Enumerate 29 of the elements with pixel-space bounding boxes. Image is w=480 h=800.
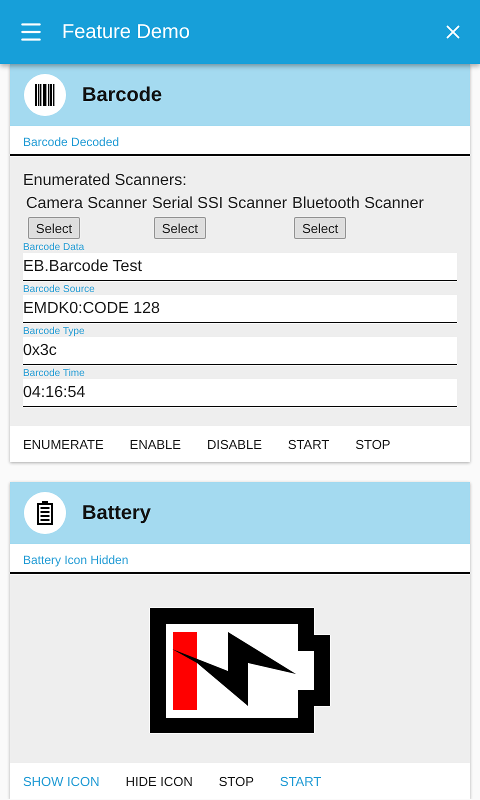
barcode-icon	[24, 74, 66, 116]
scanners-label: Enumerated Scanners:	[23, 172, 188, 190]
action-button[interactable]: HIDE ICON	[112, 774, 206, 788]
scanner-name: Bluetooth Scanner	[292, 195, 424, 213]
input-field[interactable]: EB.Barcode Test	[23, 253, 457, 281]
status-text: Battery Icon Hidden	[23, 553, 128, 567]
status-text: Barcode Decoded	[23, 135, 120, 149]
input-field[interactable]: 04:16:54	[23, 379, 457, 407]
action-button[interactable]: STOP	[342, 436, 404, 452]
card-title: Battery	[82, 502, 151, 524]
scanner-name: Serial SSI Scanner	[152, 195, 288, 213]
battery-icon	[24, 492, 66, 534]
field-label: Barcode Type	[23, 326, 86, 337]
field-label: Barcode Time	[23, 368, 86, 379]
input-field[interactable]: EMDK0:CODE 128	[23, 295, 457, 323]
select-button[interactable]: Select	[28, 217, 80, 239]
select-button[interactable]: Select	[294, 217, 346, 239]
card-title: Barcode	[82, 84, 162, 106]
action-button[interactable]: START	[274, 436, 342, 452]
input-field[interactable]: 0x3c	[23, 337, 457, 365]
select-button[interactable]: Select	[154, 217, 206, 239]
field-label: Barcode Source	[23, 284, 96, 295]
app-title: Feature Demo	[62, 20, 191, 44]
field-label: Barcode Data	[23, 242, 86, 253]
action-button[interactable]: STOP	[206, 774, 267, 788]
action-button[interactable]: DISABLE	[194, 436, 275, 452]
action-button[interactable]: ENABLE	[116, 436, 194, 452]
action-button[interactable]: ENUMERATE	[10, 436, 117, 452]
scanner-name: Camera Scanner	[26, 195, 147, 213]
